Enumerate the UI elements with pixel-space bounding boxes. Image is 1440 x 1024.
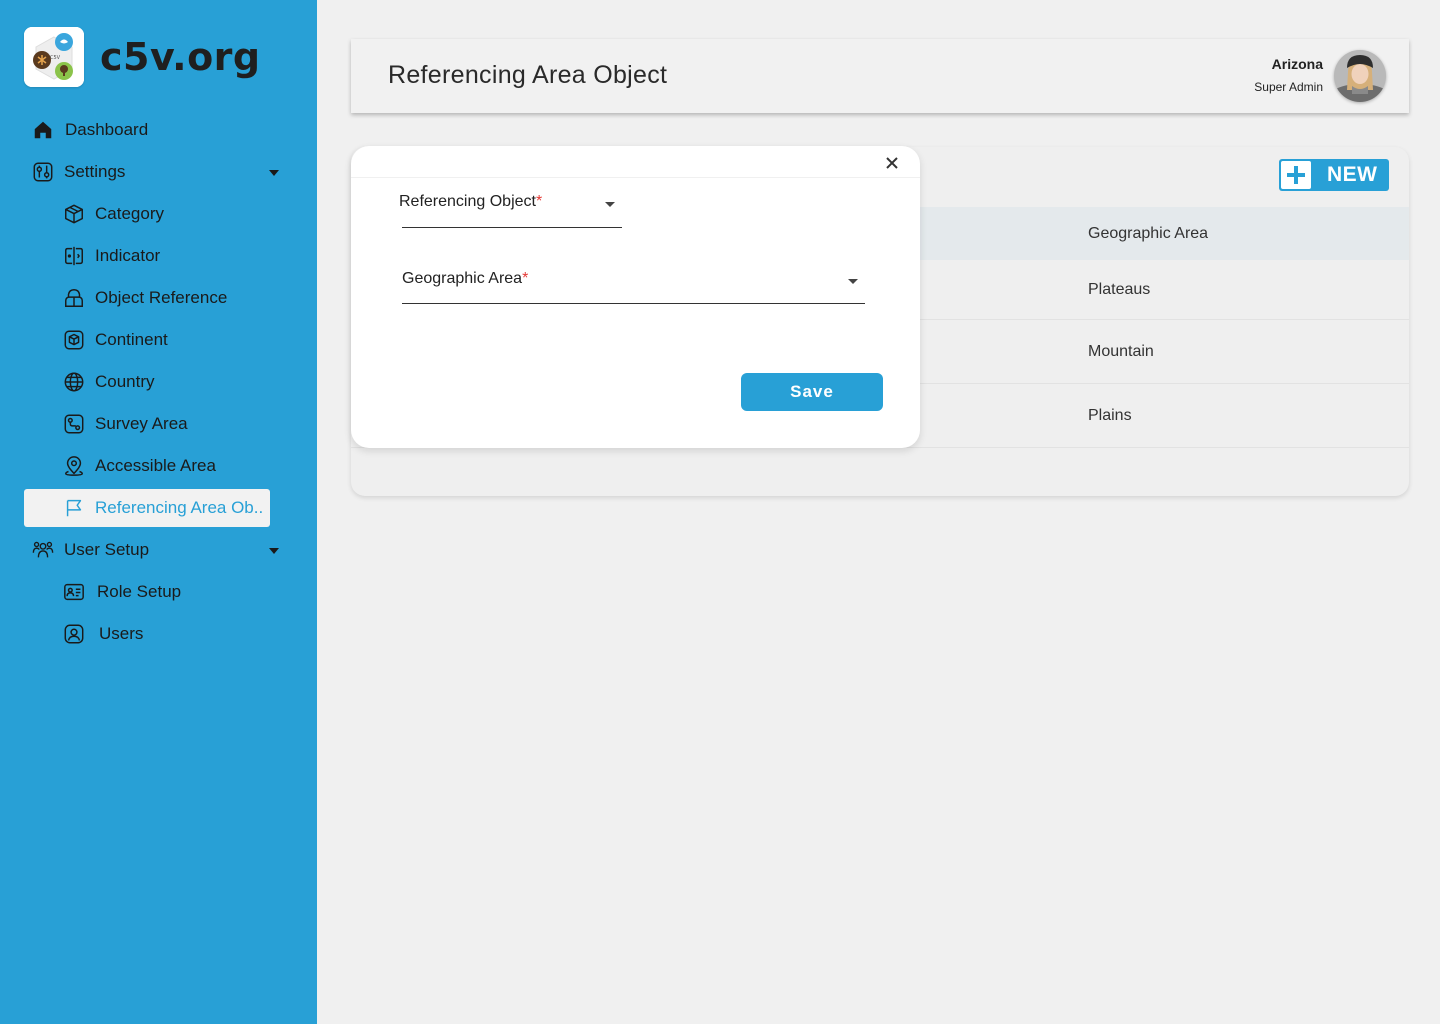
sidebar-item-continent[interactable]: Continent (62, 322, 168, 358)
location-pin-icon (62, 454, 86, 478)
avatar[interactable] (1334, 50, 1386, 102)
geographic-area-label: Geographic Area* (402, 270, 528, 288)
home-icon (31, 118, 55, 142)
sidebar-item-users[interactable]: Users (62, 616, 143, 652)
column-header-geographic-area[interactable]: Geographic Area (1088, 225, 1208, 243)
sidebar-item-label: Continent (95, 330, 168, 349)
table-cell: Plateaus (1088, 281, 1151, 298)
sidebar-item-accessible-area[interactable]: Accessible Area (62, 448, 216, 484)
sidebar-item-indicator[interactable]: Indicator (62, 238, 160, 274)
sidebar-item-label: User Setup (64, 540, 150, 559)
new-button-label: NEW (1327, 163, 1378, 186)
close-button[interactable] (881, 152, 903, 174)
sidebar-item-label: Accessible Area (95, 456, 216, 475)
sidebar-item-label: Users (99, 624, 144, 643)
svg-text:C5V: C5V (50, 55, 61, 61)
user-role: Super Admin (1254, 80, 1323, 94)
globe-icon (62, 370, 86, 394)
add-referencing-area-modal: Referencing Object* Geographic Area* Sav… (351, 146, 920, 448)
sidebar-item-label: Indicator (95, 246, 161, 265)
field-underline (402, 303, 865, 304)
route-icon (62, 412, 86, 436)
sidebar-item-label: Referencing Area Ob.. (95, 498, 264, 517)
sidebar-item-user-setup[interactable]: User Setup (31, 532, 149, 568)
sidebar-item-label: Role Setup (97, 582, 182, 601)
indicator-icon (62, 244, 86, 268)
save-button[interactable]: Save (741, 373, 883, 411)
c5v-logo-icon: C5V (24, 27, 84, 87)
table-cell: Plains (1088, 407, 1132, 424)
brand[interactable]: C5V c5v.org (24, 27, 261, 87)
dropdown-arrow-icon (605, 202, 615, 207)
cube-icon (62, 202, 86, 226)
referencing-object-select[interactable]: Referencing Object* (399, 192, 622, 228)
sidebar-item-survey-area[interactable]: Survey Area (62, 406, 188, 442)
field-label-text: Referencing Object (399, 193, 536, 210)
object-reference-icon (62, 286, 86, 310)
sidebar-item-label: Settings (64, 162, 126, 181)
sidebar-item-label: Dashboard (65, 120, 149, 139)
required-mark: * (535, 193, 543, 210)
required-mark: * (522, 270, 529, 287)
table-cell: Mountain (1088, 343, 1154, 360)
chevron-down-icon[interactable] (269, 548, 279, 554)
new-button[interactable]: NEW (1279, 159, 1389, 191)
sidebar-item-country[interactable]: Country (62, 364, 155, 400)
users-group-icon (31, 538, 55, 562)
page-title: Referencing Area Object (388, 61, 668, 89)
sidebar-item-label: Country (95, 372, 155, 391)
modal-divider (351, 177, 920, 178)
referencing-object-label: Referencing Object* (399, 193, 542, 211)
plus-icon (1281, 161, 1311, 189)
sidebar-item-referencing-area-object[interactable]: Referencing Area Ob.. (24, 489, 270, 527)
sidebar-item-dashboard[interactable]: Dashboard (31, 112, 148, 148)
sidebar-item-label: Survey Area (95, 414, 188, 433)
field-label-text: Geographic Area (402, 270, 523, 287)
sidebar-item-object-reference[interactable]: Object Reference (62, 280, 227, 316)
dropdown-arrow-icon (848, 279, 858, 284)
user-name: Arizona (1271, 56, 1323, 72)
close-icon (886, 157, 898, 169)
sidebar-item-settings[interactable]: Settings (31, 154, 125, 190)
settings-sliders-icon (31, 160, 55, 184)
user-circle-icon (62, 622, 86, 646)
geographic-area-select[interactable]: Geographic Area* (402, 269, 865, 305)
sidebar-item-label: Object Reference (95, 288, 228, 307)
sidebar-item-category[interactable]: Category (62, 196, 164, 232)
sidebar-item-label: Category (95, 204, 164, 223)
chevron-down-icon[interactable] (269, 170, 279, 176)
page-header: Referencing Area Object Arizona Super Ad… (351, 39, 1409, 113)
id-card-icon (62, 580, 86, 604)
continent-box-icon (62, 328, 86, 352)
brand-name: c5v.org (100, 35, 261, 79)
sidebar-item-role-setup[interactable]: Role Setup (62, 574, 181, 610)
sidebar: C5V c5v.org Dashboard Settings Category … (0, 0, 317, 1024)
flag-icon (62, 496, 86, 520)
field-underline (402, 227, 622, 228)
